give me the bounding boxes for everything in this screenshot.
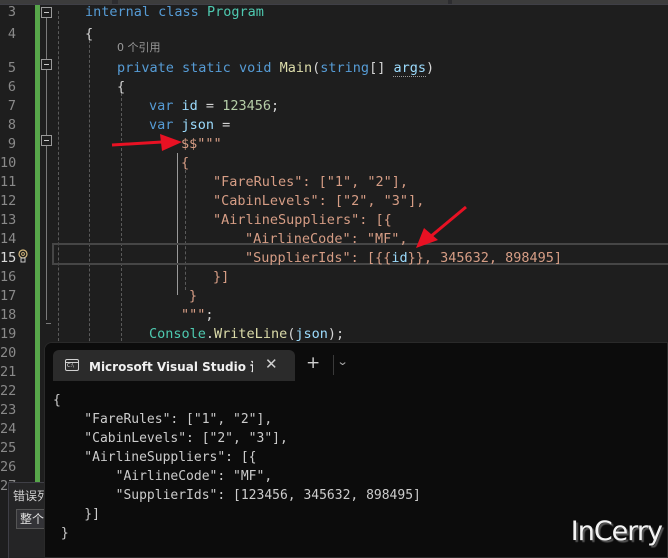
toolbar-segment bbox=[452, 0, 668, 4]
keyword: private bbox=[117, 60, 174, 76]
collapse-toggle-string[interactable] bbox=[41, 135, 52, 146]
method-name: Main bbox=[279, 60, 313, 76]
paren: ) bbox=[425, 60, 435, 76]
change-tracking-bar bbox=[35, 5, 40, 485]
keyword: void bbox=[238, 60, 272, 76]
string-part: "SupplierIds": [ bbox=[245, 250, 376, 266]
lightbulb-icon[interactable] bbox=[18, 248, 28, 263]
annotation-arrow-icon bbox=[416, 205, 467, 248]
class-name: Console bbox=[149, 326, 206, 342]
parameter-args: args bbox=[393, 60, 426, 77]
line-number: 4 bbox=[7, 26, 16, 42]
terminal-tab-title: Microsoft Visual Studio 调试控制台 bbox=[89, 360, 253, 374]
collapse-toggle-main[interactable] bbox=[41, 59, 52, 70]
code-line-3: internal class Program bbox=[85, 0, 264, 25]
outline-end-tick bbox=[46, 323, 51, 324]
variable: json bbox=[295, 326, 328, 342]
keyword: class bbox=[158, 4, 199, 20]
class-name: Program bbox=[206, 4, 264, 20]
console-output-line: "SupplierIds": [123456, 345632, 898495] bbox=[53, 488, 421, 503]
interpolation-open: {{ bbox=[375, 250, 392, 266]
interpolation-close: }} bbox=[407, 250, 424, 266]
string-part: , 345632, 898495] bbox=[423, 250, 563, 266]
keyword: string bbox=[320, 60, 370, 76]
console-icon-text: C:\ bbox=[67, 363, 74, 369]
code-line-15: "SupplierIds": [{{id}}, 345632, 898495] bbox=[245, 245, 562, 271]
console-output-line: } bbox=[53, 526, 69, 541]
indent-guide bbox=[89, 35, 90, 351]
console-output-line: { bbox=[53, 393, 61, 408]
tab-divider bbox=[333, 355, 334, 375]
watermark-text: InCerry bbox=[570, 516, 663, 547]
dot: . bbox=[205, 326, 215, 342]
console-output-line: }] bbox=[53, 507, 100, 522]
code-line-16: }] bbox=[213, 269, 230, 285]
semicolon: ; bbox=[270, 98, 280, 114]
codelens-references[interactable]: 0 个引用 bbox=[117, 39, 161, 55]
chevron-down-icon[interactable]: ⌄ bbox=[337, 355, 349, 368]
console-output-line: "AirlineSuppliers": [{ bbox=[53, 450, 257, 465]
console-output-line: "AirlineCode": "MF", bbox=[53, 469, 273, 484]
paren: ); bbox=[327, 326, 345, 342]
code-line-5: private static void Main(string[] args) bbox=[117, 55, 434, 81]
indent-guide bbox=[58, 11, 59, 351]
code-line-4: { bbox=[85, 26, 94, 42]
terminal-tab[interactable]: C:\ Microsoft Visual Studio 调试控制台 ✕ bbox=[53, 350, 295, 381]
interpolated-id: id bbox=[391, 250, 408, 266]
raw-string-guide bbox=[177, 153, 178, 295]
indent-guide bbox=[185, 170, 186, 290]
console-output-line: "CabinLevels": ["2", "3"], bbox=[53, 431, 288, 446]
collapse-toggle-class[interactable] bbox=[41, 7, 52, 18]
close-icon[interactable]: ✕ bbox=[265, 355, 278, 373]
console-icon: C:\ bbox=[65, 359, 79, 371]
array-brackets: [] bbox=[369, 60, 386, 76]
new-tab-button[interactable]: + bbox=[306, 353, 320, 373]
annotation-arrow-icon bbox=[111, 134, 182, 151]
terminal-tab-bar: C:\ Microsoft Visual Studio 调试控制台 ✕ + ⌄ bbox=[45, 343, 667, 387]
console-output-line: "FareRules": ["1", "2"], bbox=[53, 412, 273, 427]
keyword: static bbox=[182, 60, 231, 76]
keyword: internal bbox=[85, 4, 151, 20]
code-line-6: { bbox=[117, 79, 126, 95]
method-name: WriteLine bbox=[214, 326, 288, 342]
